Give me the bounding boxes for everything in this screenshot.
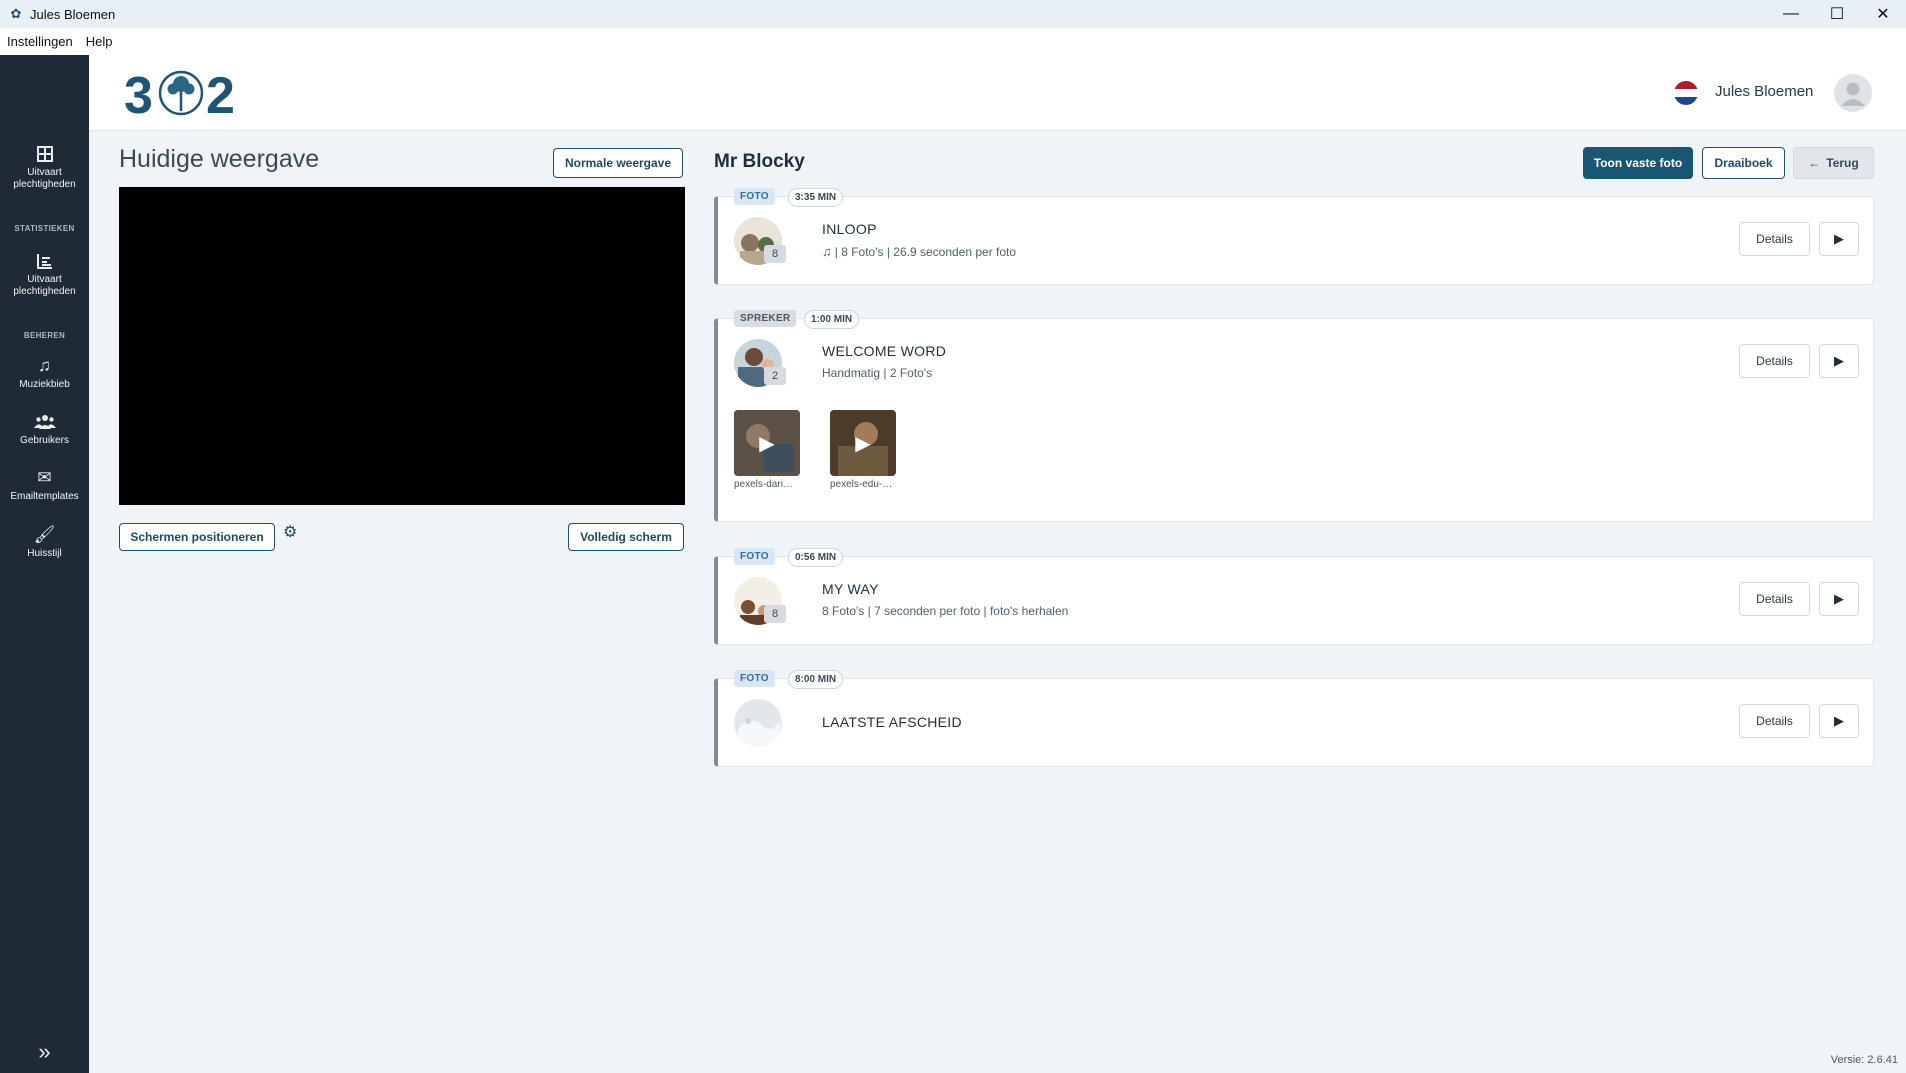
music-icon: ♫	[38, 356, 51, 375]
type-badge: FOTO	[734, 188, 775, 205]
play-icon[interactable]: ▶	[1819, 344, 1859, 378]
play-icon[interactable]: ▶	[1819, 222, 1859, 256]
program-card[interactable]: FOTO 8:00 MIN LAATSTE AFSCHEID Details ▶	[714, 670, 1874, 767]
sidebar-item-emailtemplates[interactable]: ✉ Emailtemplates	[0, 468, 89, 503]
play-icon: ▶	[759, 432, 775, 455]
sidebar-item-label: Huisstijl	[27, 548, 62, 559]
card-title: INLOOP	[822, 221, 877, 237]
program-card[interactable]: SPREKER 1:00 MIN 2 WELCOME WORD Handmati…	[714, 310, 1874, 522]
back-label: Terug	[1826, 156, 1859, 170]
maximize-icon[interactable]: ☐	[1814, 0, 1860, 28]
card-subtitle-text: | 8 Foto's | 26.9 seconden per foto	[834, 244, 1017, 259]
photo-count: 8	[764, 605, 786, 623]
video-preview	[119, 187, 685, 505]
show-fixed-photo-button[interactable]: Toon vaste foto	[1583, 147, 1693, 179]
sidebar-item-statistieken-uitvaart[interactable]: Uitvaart plechtigheden	[0, 251, 89, 298]
sidebar-item-label: Muziekbieb	[19, 379, 70, 390]
window-controls: — ☐ ✕	[1768, 0, 1906, 28]
card-subtitle: Handmatig | 2 Foto's	[822, 366, 933, 380]
user-name[interactable]: Jules Bloemen	[1715, 83, 1813, 100]
window-title: Jules Bloemen	[30, 6, 116, 22]
svg-text:2: 2	[206, 67, 235, 119]
close-icon[interactable]: ✕	[1860, 0, 1906, 28]
duration-badge: 1:00 MIN	[804, 310, 860, 329]
app-tree-icon: ✿	[10, 6, 22, 21]
section-beheren: BEHEREN	[23, 331, 66, 340]
media-caption: pexels-edu-…	[830, 479, 893, 490]
grid-icon	[36, 146, 53, 162]
top-bar: 3 2 Jules Bloemen	[89, 55, 1906, 131]
page-title: Huidige weergave	[119, 145, 320, 173]
details-button[interactable]: Details	[1739, 344, 1810, 378]
media-item[interactable]: ▶ pexels-edu-…	[830, 410, 896, 490]
menu-instellingen[interactable]: Instellingen	[7, 34, 73, 49]
expand-sidebar-icon[interactable]: »	[0, 1039, 89, 1065]
script-button[interactable]: Draaiboek	[1702, 147, 1785, 179]
users-icon	[33, 415, 56, 429]
media-item[interactable]: ▶ pexels-dari…	[734, 410, 800, 490]
media-thumbnail: ▶	[734, 410, 800, 476]
card-subtitle: 8 Foto's | 7 seconden per foto | foto's …	[822, 604, 1069, 618]
photo-count: 2	[764, 367, 786, 385]
card-title: WELCOME WORD	[822, 343, 947, 359]
duration-badge: 8:00 MIN	[788, 670, 844, 689]
sidebar-item-gebruikers[interactable]: Gebruikers	[0, 412, 89, 447]
sidebar-item-huisstijl[interactable]: 🖌 Huisstijl	[0, 525, 89, 560]
details-button[interactable]: Details	[1739, 704, 1810, 738]
sidebar-item-label: Gebruikers	[20, 435, 69, 446]
svg-text:3: 3	[124, 67, 153, 119]
brush-icon: 🖌	[33, 525, 56, 544]
version-label: Versie: 2.6.41	[1830, 1054, 1898, 1066]
sidebar-item-uitvaart[interactable]: Uitvaart plechtigheden	[0, 144, 89, 191]
media-caption: pexels-dari…	[734, 479, 793, 490]
play-icon[interactable]: ▶	[1819, 704, 1859, 738]
position-screens-button[interactable]: Schermen positioneren	[119, 523, 275, 551]
details-button[interactable]: Details	[1739, 222, 1810, 256]
menu-bar: Instellingen Help	[0, 28, 1906, 55]
card-title: LAATSTE AFSCHEID	[822, 714, 962, 730]
card-subtitle: ♫ | 8 Foto's | 26.9 seconden per foto	[822, 244, 1016, 259]
sidebar-item-label: Emailtemplates	[10, 491, 79, 502]
fullscreen-button[interactable]: Volledig scherm	[568, 523, 684, 551]
music-note-icon: ♫	[822, 244, 832, 259]
play-icon[interactable]: ▶	[1819, 582, 1859, 616]
type-badge: FOTO	[734, 548, 775, 565]
sidebar-item-label: Uitvaart plechtigheden	[13, 274, 76, 297]
type-badge: SPREKER	[734, 310, 797, 327]
media-thumbnail: ▶	[830, 410, 896, 476]
duration-badge: 0:56 MIN	[788, 548, 844, 567]
sidebar-item-label: Uitvaart plechtigheden	[13, 167, 76, 190]
program-card[interactable]: FOTO 3:35 MIN 8 INLOOP ♫ | 8 Foto's | 26…	[714, 188, 1874, 285]
minimize-icon[interactable]: —	[1768, 0, 1814, 28]
gear-icon[interactable]: ⚙	[283, 525, 299, 541]
back-button[interactable]: ← Terug	[1793, 147, 1874, 179]
type-badge: FOTO	[734, 670, 775, 687]
duration-badge: 3:35 MIN	[788, 188, 844, 207]
bar-chart-icon	[36, 254, 52, 269]
placeholder-image-icon	[734, 699, 782, 747]
sidebar-item-muziekbieb[interactable]: ♫ Muziekbieb	[0, 356, 89, 391]
program-card[interactable]: FOTO 0:56 MIN 8 MY WAY 8 Foto's | 7 seco…	[714, 548, 1874, 645]
envelope-icon: ✉	[37, 468, 52, 487]
details-button[interactable]: Details	[1739, 582, 1810, 616]
flag-nl-icon[interactable]	[1674, 81, 1698, 105]
title-bar: ✿ Jules Bloemen — ☐ ✕	[0, 0, 1906, 28]
arrow-left-icon: ←	[1808, 156, 1821, 170]
photo-count: 8	[764, 245, 786, 263]
normal-view-button[interactable]: Normale weergave	[553, 148, 683, 178]
play-icon: ▶	[855, 432, 871, 455]
section-statistieken: STATISTIEKEN	[14, 224, 75, 233]
menu-help[interactable]: Help	[86, 34, 113, 49]
sidebar: Uitvaart plechtigheden STATISTIEKEN Uitv…	[0, 55, 89, 1073]
logo: 3 2	[124, 67, 235, 119]
card-title: MY WAY	[822, 581, 879, 597]
ceremony-title: Mr Blocky	[714, 151, 805, 172]
avatar[interactable]	[1834, 74, 1872, 112]
